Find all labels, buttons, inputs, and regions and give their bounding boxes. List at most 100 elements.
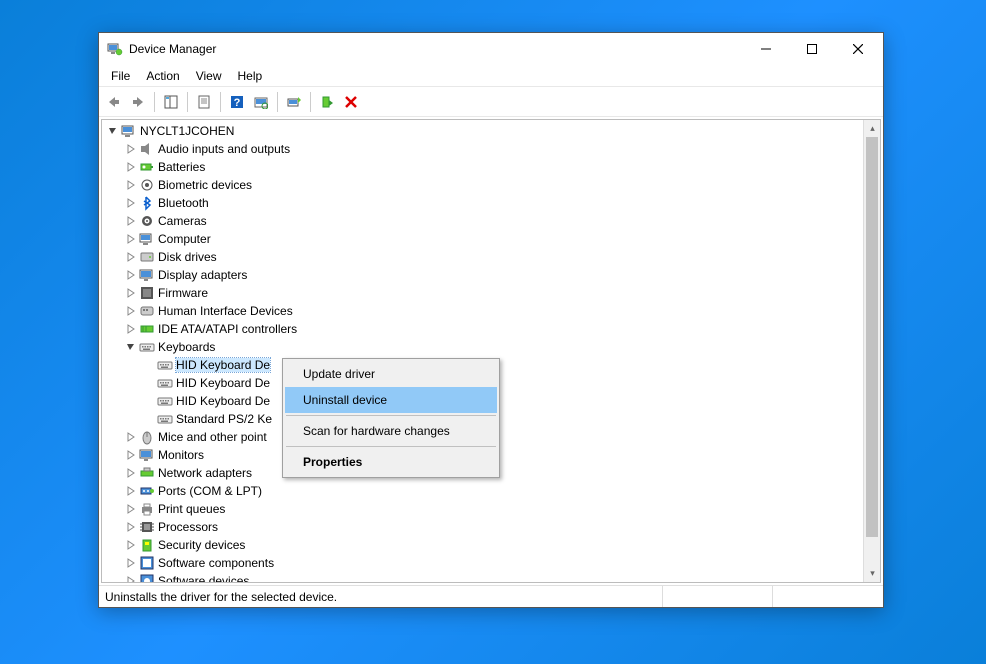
tree-category-label: Software devices <box>158 574 249 582</box>
tree-category[interactable]: Biometric devices <box>102 176 863 194</box>
maximize-button[interactable] <box>789 34 835 64</box>
properties-button[interactable] <box>193 91 215 113</box>
tree-category-label: Display adapters <box>158 268 247 282</box>
software-icon <box>139 555 155 571</box>
tree-category-label: Print queues <box>158 502 225 516</box>
tree-expander-open[interactable] <box>124 340 138 354</box>
back-button[interactable] <box>103 91 125 113</box>
tree-expander-closed[interactable] <box>124 574 138 582</box>
tree-expander-closed[interactable] <box>124 178 138 192</box>
help-button[interactable]: ? <box>226 91 248 113</box>
ctx-uninstall-device[interactable]: Uninstall device <box>285 387 497 413</box>
show-hide-console-button[interactable] <box>160 91 182 113</box>
status-text: Uninstalls the driver for the selected d… <box>99 586 663 607</box>
keyboard-icon <box>139 339 155 355</box>
ide-icon <box>139 321 155 337</box>
tree-category[interactable]: Security devices <box>102 536 863 554</box>
toolbar-separator <box>187 92 188 112</box>
ctx-update-driver[interactable]: Update driver <box>285 361 497 387</box>
tree-category[interactable]: Software devices <box>102 572 863 582</box>
tree-category[interactable]: Cameras <box>102 212 863 230</box>
enable-device-button[interactable] <box>316 91 338 113</box>
tree-expander-closed[interactable] <box>124 502 138 516</box>
scan-hardware-button[interactable] <box>250 91 272 113</box>
tree-expander-closed[interactable] <box>124 484 138 498</box>
ctx-separator <box>286 446 496 447</box>
tree-expander-closed[interactable] <box>124 520 138 534</box>
tree-category-label: Computer <box>158 232 211 246</box>
menu-file[interactable]: File <box>103 67 138 85</box>
computer-root-icon <box>121 123 137 139</box>
tree-root[interactable]: NYCLT1JCOHEN <box>102 122 863 140</box>
printer-icon <box>139 501 155 517</box>
computer-icon <box>139 231 155 247</box>
tree-expander-closed[interactable] <box>124 250 138 264</box>
tree-category[interactable]: Computer <box>102 230 863 248</box>
tree-category[interactable]: Ports (COM & LPT) <box>102 482 863 500</box>
tree-expander-closed[interactable] <box>124 304 138 318</box>
tree-category[interactable]: Batteries <box>102 158 863 176</box>
tree-category-label: Disk drives <box>158 250 217 264</box>
toolbar-separator <box>154 92 155 112</box>
display-icon <box>139 267 155 283</box>
network-icon <box>139 465 155 481</box>
mouse-icon <box>139 429 155 445</box>
menu-view[interactable]: View <box>188 67 230 85</box>
tree-expander-closed[interactable] <box>124 448 138 462</box>
context-menu: Update driver Uninstall device Scan for … <box>282 358 500 478</box>
tree-category[interactable]: Bluetooth <box>102 194 863 212</box>
device-manager-window: Device Manager File Action View Help <box>98 32 884 608</box>
uninstall-device-button[interactable] <box>340 91 362 113</box>
vertical-scrollbar[interactable]: ▴ ▾ <box>863 120 880 582</box>
tree-expander-closed[interactable] <box>124 268 138 282</box>
tree-expander-closed[interactable] <box>124 430 138 444</box>
tree-category[interactable]: Disk drives <box>102 248 863 266</box>
ctx-properties[interactable]: Properties <box>285 449 497 475</box>
tree-device-label: HID Keyboard De <box>176 358 270 372</box>
tree-category[interactable]: Firmware <box>102 284 863 302</box>
firmware-icon <box>139 285 155 301</box>
forward-button[interactable] <box>127 91 149 113</box>
tree-expander-closed[interactable] <box>124 214 138 228</box>
audio-icon <box>139 141 155 157</box>
ctx-scan-hardware[interactable]: Scan for hardware changes <box>285 418 497 444</box>
tree-category[interactable]: Audio inputs and outputs <box>102 140 863 158</box>
menubar: File Action View Help <box>99 65 883 87</box>
close-button[interactable] <box>835 34 881 64</box>
minimize-button[interactable] <box>743 34 789 64</box>
keyboard-icon <box>157 375 173 391</box>
tree-category[interactable]: Display adapters <box>102 266 863 284</box>
scroll-down-arrow[interactable]: ▾ <box>864 565 881 582</box>
tree-expander-closed[interactable] <box>124 142 138 156</box>
tree-category[interactable]: Processors <box>102 518 863 536</box>
scroll-up-arrow[interactable]: ▴ <box>864 120 881 137</box>
tree-expander-open[interactable] <box>106 124 120 138</box>
tree-category[interactable]: IDE ATA/ATAPI controllers <box>102 320 863 338</box>
tree-category-label: Batteries <box>158 160 205 174</box>
tree-category-label: Audio inputs and outputs <box>158 142 290 156</box>
update-driver-button[interactable] <box>283 91 305 113</box>
device-tree[interactable]: NYCLT1JCOHEN Audio inputs and outputs Batt… <box>102 120 863 582</box>
keyboard-icon <box>157 357 173 373</box>
tree-category[interactable]: Human Interface Devices <box>102 302 863 320</box>
tree-expander-closed[interactable] <box>124 466 138 480</box>
tree-expander-closed[interactable] <box>124 556 138 570</box>
menu-action[interactable]: Action <box>138 67 187 85</box>
window-title: Device Manager <box>129 42 216 56</box>
tree-expander-closed[interactable] <box>124 160 138 174</box>
titlebar[interactable]: Device Manager <box>99 33 883 65</box>
tree-expander-closed[interactable] <box>124 232 138 246</box>
tree-category[interactable]: Software components <box>102 554 863 572</box>
software-dev-icon <box>139 573 155 582</box>
tree-expander-closed[interactable] <box>124 322 138 336</box>
tree-expander-closed[interactable] <box>124 286 138 300</box>
scroll-thumb[interactable] <box>866 137 878 537</box>
keyboard-icon <box>157 411 173 427</box>
tree-category-label: Software components <box>158 556 274 570</box>
menu-help[interactable]: Help <box>230 67 271 85</box>
tree-expander-closed[interactable] <box>124 196 138 210</box>
tree-expander-closed[interactable] <box>124 538 138 552</box>
tree-category[interactable]: Print queues <box>102 500 863 518</box>
tree-category-label: Mice and other point <box>158 430 267 444</box>
tree-category[interactable]: Keyboards <box>102 338 863 356</box>
